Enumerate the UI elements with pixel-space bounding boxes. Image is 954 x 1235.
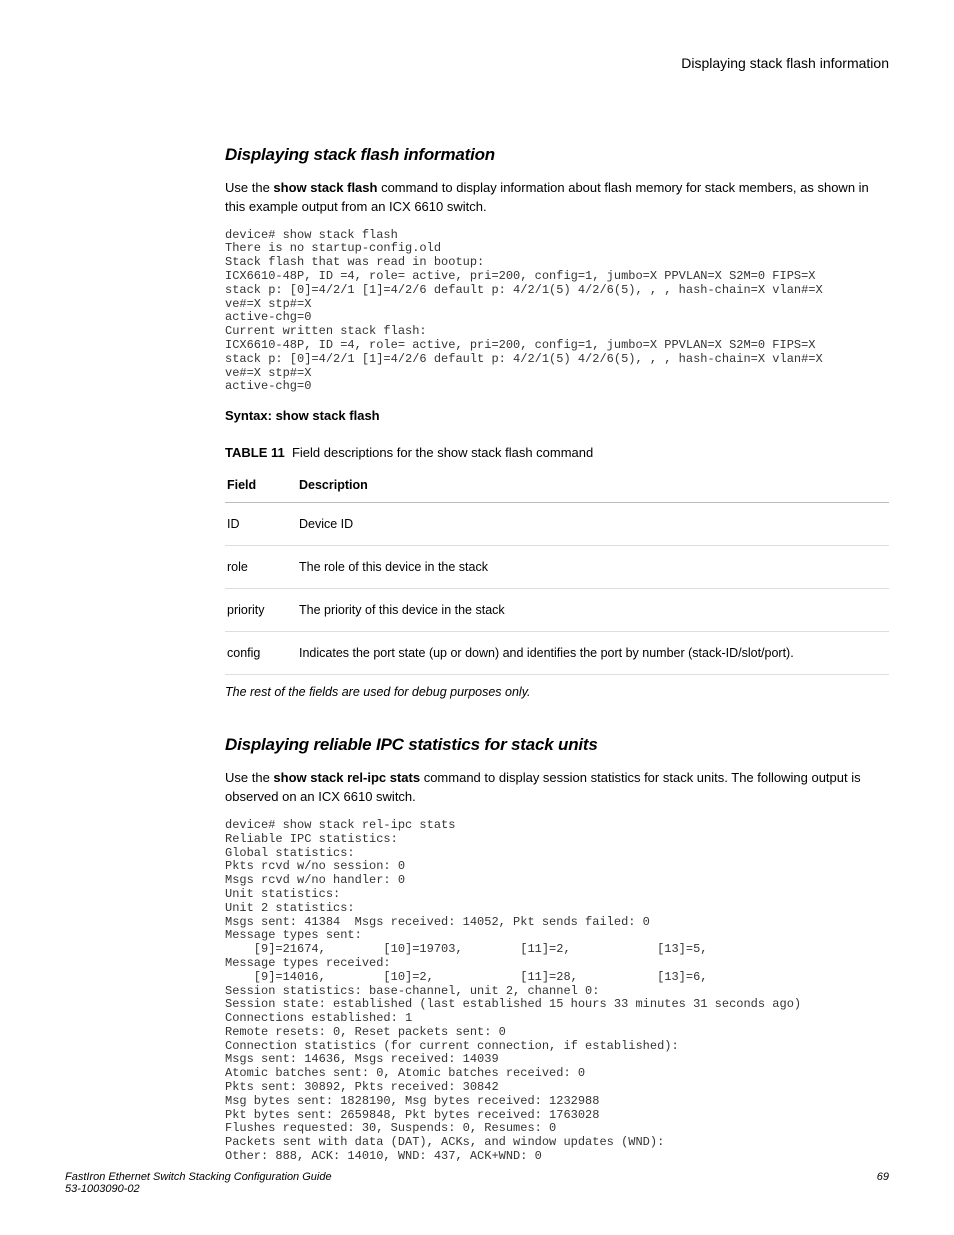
section-heading-ipc: Displaying reliable IPC statistics for s… <box>225 735 889 755</box>
cell-field: role <box>225 546 297 589</box>
text: Use the <box>225 180 273 195</box>
field-table: Field Description ID Device ID role The … <box>225 468 889 675</box>
section2-paragraph: Use the show stack rel-ipc stats command… <box>225 769 889 807</box>
section-heading-flash: Displaying stack flash information <box>225 145 889 165</box>
table-label: TABLE 11 <box>225 445 285 460</box>
col-header-field: Field <box>225 468 297 503</box>
cell-field: priority <box>225 589 297 632</box>
table-row: ID Device ID <box>225 503 889 546</box>
cell-desc: The role of this device in the stack <box>297 546 889 589</box>
text: Use the <box>225 770 273 785</box>
table-footnote: The rest of the fields are used for debu… <box>225 685 889 699</box>
page-number: 69 <box>877 1171 889 1183</box>
syntax-line: Syntax: show stack flash <box>225 408 889 423</box>
cell-field: ID <box>225 503 297 546</box>
col-header-desc: Description <box>297 468 889 503</box>
page-footer: FastIron Ethernet Switch Stacking Config… <box>65 1171 889 1195</box>
cell-desc: Device ID <box>297 503 889 546</box>
table-title: Field descriptions for the show stack fl… <box>292 445 593 460</box>
footer-doc-title: FastIron Ethernet Switch Stacking Config… <box>65 1171 332 1183</box>
table-row: priority The priority of this device in … <box>225 589 889 632</box>
running-header: Displaying stack flash information <box>681 55 889 71</box>
table-caption: TABLE 11 Field descriptions for the show… <box>225 445 889 460</box>
footer-doc-number: 53-1003090-02 <box>65 1183 332 1195</box>
table-row: role The role of this device in the stac… <box>225 546 889 589</box>
section1-paragraph: Use the show stack flash command to disp… <box>225 179 889 217</box>
cli-output-ipc: device# show stack rel-ipc stats Reliabl… <box>225 819 889 1164</box>
cell-desc: Indicates the port state (up or down) an… <box>297 632 889 675</box>
table-row: config Indicates the port state (up or d… <box>225 632 889 675</box>
command-name: show stack flash <box>273 180 377 195</box>
cell-field: config <box>225 632 297 675</box>
command-name: show stack rel-ipc stats <box>273 770 420 785</box>
cell-desc: The priority of this device in the stack <box>297 589 889 632</box>
cli-output-flash: device# show stack flash There is no sta… <box>225 229 889 395</box>
